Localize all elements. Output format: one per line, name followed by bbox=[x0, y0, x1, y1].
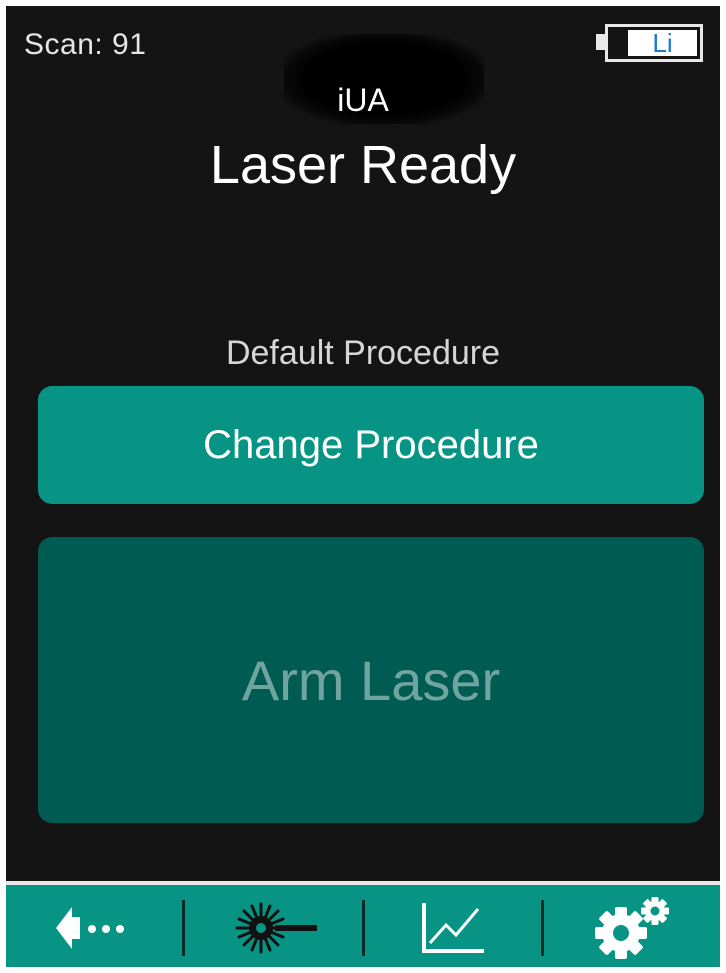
device-screen: Scan: 91 Li iUA Laser Ready Default Proc… bbox=[6, 6, 720, 967]
arm-laser-button[interactable]: Arm Laser bbox=[38, 537, 704, 823]
current-procedure: Default Procedure bbox=[225, 334, 501, 372]
laser-icon bbox=[235, 902, 318, 954]
battery-terminal bbox=[596, 34, 605, 50]
scan-count: Scan: 91 bbox=[24, 28, 147, 61]
change-procedure-button[interactable]: Change Procedure bbox=[38, 386, 704, 504]
back-icon bbox=[56, 907, 125, 949]
nav-settings-button[interactable] bbox=[544, 885, 720, 967]
device-name: iUA bbox=[337, 82, 389, 118]
nav-back-button[interactable] bbox=[6, 885, 182, 967]
nav-chart-button[interactable] bbox=[365, 885, 541, 967]
arm-laser-label: Arm Laser bbox=[241, 648, 501, 712]
battery-chemistry-label: Li bbox=[628, 30, 697, 56]
battery-indicator: Li bbox=[596, 24, 706, 62]
battery-body: Li bbox=[605, 24, 703, 62]
laser-status: Laser Ready bbox=[209, 135, 517, 195]
change-procedure-label: Change Procedure bbox=[203, 422, 539, 467]
nav-laser-button[interactable] bbox=[185, 885, 361, 967]
bottom-navbar bbox=[6, 881, 720, 967]
settings-gear-icon bbox=[594, 897, 669, 959]
chart-icon bbox=[421, 903, 484, 953]
